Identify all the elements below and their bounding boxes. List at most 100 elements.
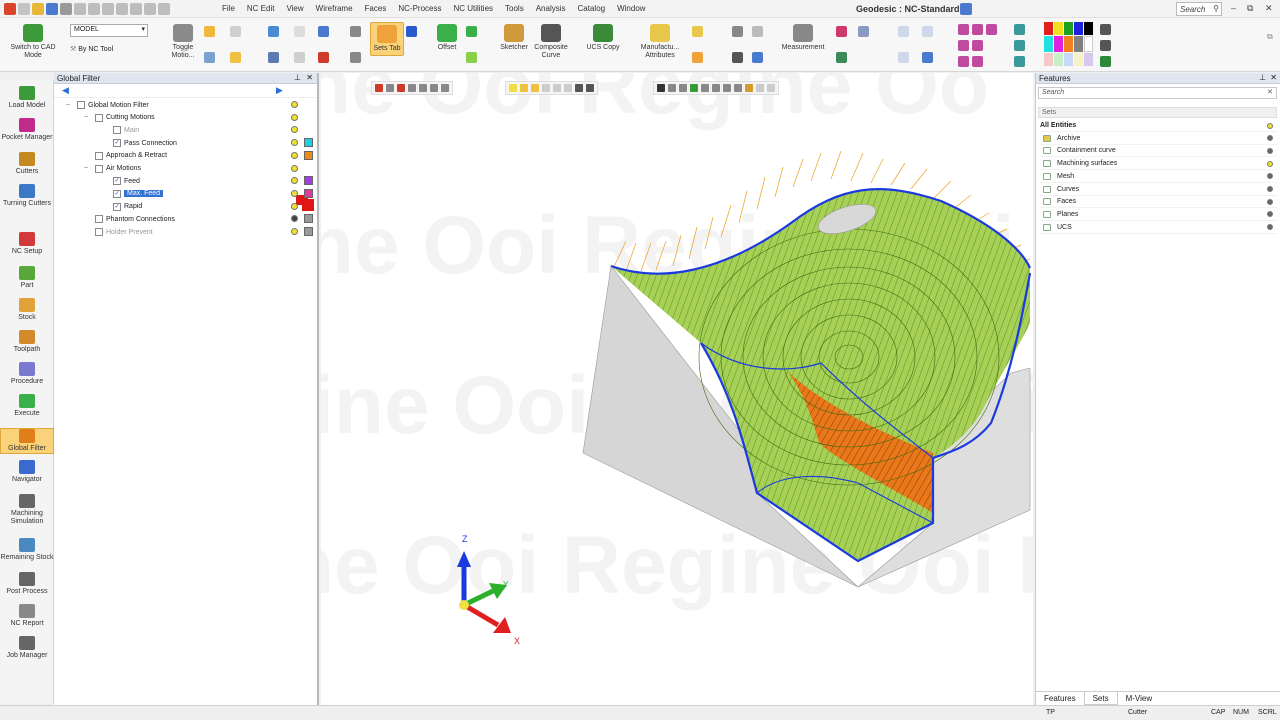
color-swatch[interactable]	[304, 138, 313, 148]
tab-features[interactable]: Features	[1036, 692, 1084, 705]
angle-icon[interactable]	[752, 26, 763, 37]
visibility-bulb-icon[interactable]	[1267, 211, 1273, 218]
help-icon[interactable]	[294, 26, 305, 37]
left-tool-job-manager[interactable]: Job Manager	[0, 636, 54, 660]
tree-node-cutting-motions[interactable]: − Cutting Motions	[84, 112, 155, 124]
offset-curve-icon[interactable]	[466, 52, 477, 63]
left-tool-execute[interactable]: Execute	[0, 394, 54, 418]
feature-row-machining-surfaces[interactable]: Machining surfaces	[1040, 158, 1277, 171]
menu-nc-edit[interactable]: NC Edit	[247, 4, 275, 13]
left-tool-navigator[interactable]: Navigator	[0, 460, 54, 484]
feature-row-curves[interactable]: Curves	[1040, 184, 1277, 196]
visibility-bulb-icon[interactable]	[291, 151, 298, 159]
layout-icon[interactable]	[960, 3, 972, 15]
tree-node-pass-connection[interactable]: ✓ Pass Connection	[102, 137, 177, 149]
forward-arrow-icon[interactable]: ▶	[276, 85, 283, 96]
hidden-line-icon[interactable]	[1014, 56, 1025, 67]
tree-node-global-motion-filter[interactable]: − Global Motion Filter	[66, 99, 149, 111]
color-palette[interactable]	[1044, 22, 1094, 66]
sketcher-button[interactable]: Sketcher	[496, 24, 532, 52]
visibility-bulb-icon[interactable]	[291, 101, 298, 108]
layers-icon[interactable]	[204, 52, 215, 63]
tree-checkbox[interactable]	[95, 215, 103, 224]
attribute-filter-icon[interactable]	[692, 52, 703, 63]
grid-icon[interactable]	[144, 2, 156, 15]
left-tool-part[interactable]: Part	[0, 266, 54, 290]
pencil-icon[interactable]	[1100, 56, 1111, 67]
tree-checkbox[interactable]: ✓	[113, 139, 121, 148]
analysis-icon[interactable]	[836, 26, 847, 37]
open-icon[interactable]	[32, 2, 44, 15]
tree-expander[interactable]: −	[84, 114, 92, 121]
color-swatch[interactable]	[304, 150, 313, 160]
view-top-icon[interactable]	[986, 24, 997, 35]
tree-checkbox[interactable]: ✓	[113, 202, 121, 211]
ucs-copy-button[interactable]: UCS Copy	[584, 24, 622, 52]
left-tool-nc-setup[interactable]: NC Setup	[0, 232, 54, 256]
tree-node-approach-retract[interactable]: Approach & Retract	[84, 150, 167, 162]
menu-tools[interactable]: Tools	[505, 4, 524, 13]
pin-icon[interactable]: ⊥	[1259, 73, 1266, 82]
ribbon-collapse-icon[interactable]: ⧉	[1267, 32, 1273, 42]
menu-file[interactable]: File	[222, 4, 235, 13]
close-icon[interactable]: ✕	[306, 73, 313, 82]
filter-icon[interactable]	[204, 26, 215, 37]
menu-nc-process[interactable]: NC-Process	[398, 4, 441, 13]
visibility-bulb-icon[interactable]	[1267, 198, 1273, 205]
menu-nc-utilities[interactable]: NC Utilities	[453, 4, 493, 13]
box-icon[interactable]	[230, 52, 241, 63]
visibility-bulb-icon[interactable]	[291, 164, 298, 172]
zoom-all-icon[interactable]	[898, 52, 909, 63]
tree-checkbox[interactable]	[95, 151, 103, 160]
text-icon[interactable]	[732, 52, 743, 63]
visibility-bulb-icon[interactable]	[1267, 122, 1273, 129]
globe-icon[interactable]	[318, 52, 329, 63]
left-tool-post-process[interactable]: Post Process	[0, 572, 54, 596]
save-icon[interactable]	[46, 2, 58, 15]
zoom-window-icon[interactable]	[898, 26, 909, 37]
menu-window[interactable]: Window	[617, 4, 645, 13]
tree-node-air-motions[interactable]: − Air Motions	[84, 163, 141, 175]
visibility-bulb-icon[interactable]	[291, 189, 298, 197]
back-arrow-icon[interactable]: ◀	[62, 85, 69, 96]
undo-icon[interactable]	[74, 2, 86, 15]
visibility-bulb-icon[interactable]	[291, 202, 298, 210]
feature-row-all-entities[interactable]: All Entities	[1040, 120, 1277, 132]
left-tool-pocket-manager[interactable]: Pocket Manager	[0, 118, 54, 142]
paint-icon[interactable]	[836, 52, 847, 63]
tree-node-feed[interactable]: ✓ Feed	[102, 175, 140, 187]
tab-sets[interactable]: Sets	[1083, 692, 1118, 705]
wireframe-icon[interactable]	[1014, 40, 1025, 51]
title-search-input[interactable]: Search ⚲	[1176, 2, 1222, 16]
3d-viewport[interactable]: ne Ooi Regine Oo gine Ooi Regine Ooi gin…	[321, 73, 1033, 705]
menu-view[interactable]: View	[286, 4, 303, 13]
print-icon[interactable]	[60, 2, 72, 15]
features-search-input[interactable]: Search ✕	[1038, 87, 1277, 99]
visibility-bulb-icon[interactable]	[291, 139, 298, 147]
menu-wireframe[interactable]: Wireframe	[316, 4, 353, 13]
zoom-icon[interactable]	[922, 26, 933, 37]
app-menu-icon[interactable]	[4, 2, 16, 15]
visibility-bulb-icon[interactable]	[291, 113, 298, 121]
pin-icon[interactable]: ⊥	[294, 73, 301, 82]
minimize-button[interactable]: –	[1231, 3, 1236, 13]
pan-icon[interactable]	[922, 52, 933, 63]
render-icon[interactable]	[858, 26, 869, 37]
color-swatch[interactable]	[304, 176, 313, 186]
manufacturing-attributes-button[interactable]: Manufactu... Attributes	[634, 24, 686, 60]
redo-icon[interactable]	[88, 2, 100, 15]
line-style-icon[interactable]	[1100, 24, 1111, 35]
tree-node-rapid[interactable]: ✓ Rapid	[102, 201, 142, 213]
tree-checkbox[interactable]: ✓	[113, 189, 121, 198]
hierarchy-icon[interactable]	[350, 52, 361, 63]
attribute-icon[interactable]	[692, 26, 703, 37]
composite-curve-button[interactable]: Composite Curve	[530, 24, 572, 60]
feature-row-ucs[interactable]: UCS	[1040, 222, 1277, 234]
offset-surface-icon[interactable]	[466, 26, 477, 37]
visibility-bulb-icon[interactable]	[1267, 135, 1273, 142]
feature-row-archive[interactable]: Archive	[1040, 133, 1277, 145]
radius-icon[interactable]	[752, 52, 763, 63]
nc-tool-selector[interactable]: ⚒ By NC Tool	[70, 45, 113, 53]
color-swatch[interactable]	[304, 188, 313, 198]
toggle-motion-button[interactable]: Toggle Motio...	[166, 24, 200, 60]
